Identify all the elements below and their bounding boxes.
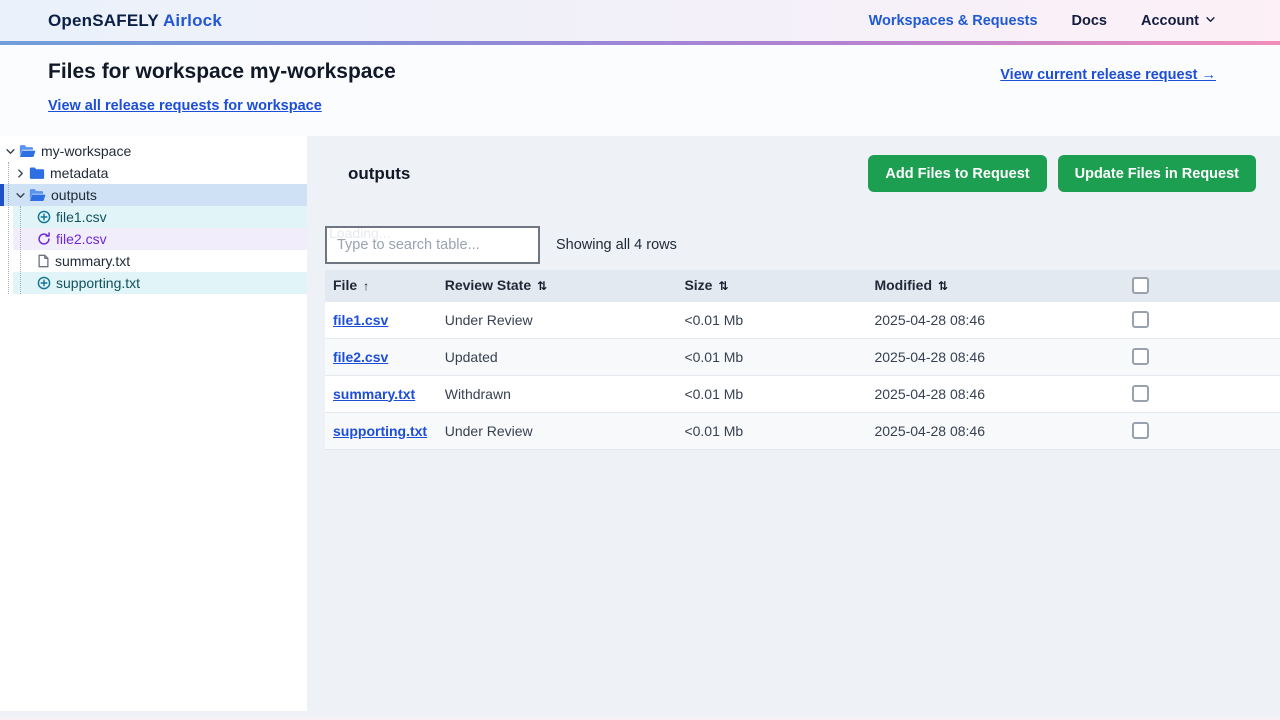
folder-closed-icon [29, 166, 45, 180]
chevron-down-icon[interactable] [13, 190, 27, 201]
size-cell: <0.01 Mb [684, 311, 744, 328]
document-icon [37, 254, 50, 268]
review-state-cell: Withdrawn [444, 385, 511, 402]
section-title: outputs [348, 163, 411, 183]
file-link[interactable]: file1.csv [333, 312, 388, 328]
plus-circle-icon [37, 276, 51, 290]
table-row: summary.txt Withdrawn <0.01 Mb 2025-04-2… [325, 375, 1280, 412]
column-header-review-state[interactable]: Review State ⇅ [437, 270, 677, 301]
files-table: File↑ Review State⇅ Size⇅ Modified⇅ [325, 270, 1280, 450]
table-row: file1.csv Under Review <0.01 Mb 2025-04-… [325, 301, 1280, 338]
top-navbar: OpenSAFELY Airlock Workspaces & Requests… [0, 0, 1280, 41]
column-header-select [1114, 270, 1280, 301]
size-cell: <0.01 Mb [684, 348, 744, 365]
sort-both-icon: ⇅ [537, 279, 548, 294]
tree-item-label: outputs [51, 187, 97, 203]
tree-item-file2-csv[interactable]: file2.csv [13, 228, 307, 250]
tree-item-outputs[interactable]: outputs [0, 184, 307, 206]
sort-ascending-icon: ↑ [363, 279, 370, 294]
brand-airlock: Airlock [162, 10, 222, 30]
review-state-cell: Under Review [444, 422, 533, 439]
review-state-cell: Updated [444, 348, 498, 365]
tree-item-my-workspace[interactable]: my-workspace [0, 140, 307, 162]
tree-indent-guide [8, 162, 9, 294]
page-header: Files for workspace my-workspace View cu… [0, 45, 1280, 136]
modified-cell: 2025-04-28 08:46 [874, 348, 986, 365]
table-row: supporting.txt Under Review <0.01 Mb 202… [325, 412, 1280, 449]
review-state-cell: Under Review [444, 311, 533, 328]
table-row: file2.csv Updated <0.01 Mb 2025-04-28 08… [325, 338, 1280, 375]
tree-item-label: file2.csv [56, 231, 107, 247]
main-panel: outputs Add Files to Request Update File… [307, 136, 1280, 711]
table-controls: Loading... Showing all 4 rows [325, 226, 1280, 264]
column-header-modified[interactable]: Modified ⇅ [866, 270, 1113, 301]
tree-item-label: metadata [50, 165, 109, 181]
account-label: Account [1141, 12, 1199, 29]
tree-item-file1-csv[interactable]: file1.csv [13, 206, 307, 228]
file-link[interactable]: supporting.txt [333, 423, 427, 439]
tree-indent-guide [20, 206, 21, 294]
airlock-app: OpenSAFELY Airlock Workspaces & Requests… [0, 0, 1280, 720]
tree-item-label: my-workspace [41, 143, 132, 159]
size-cell: <0.01 Mb [684, 385, 744, 402]
file-link[interactable]: summary.txt [333, 386, 415, 402]
view-all-release-requests-link[interactable]: View all release requests for workspace [48, 98, 322, 114]
sort-both-icon: ⇅ [938, 279, 949, 294]
chevron-right-icon[interactable] [13, 168, 27, 179]
modified-cell: 2025-04-28 08:46 [874, 422, 986, 439]
table-header-row: File ↑ Review State ⇅ Size ⇅ Modified ⇅ [325, 270, 1280, 301]
sort-both-icon: ⇅ [718, 279, 729, 294]
modified-cell: 2025-04-28 08:46 [874, 311, 986, 328]
row-count-status: Showing all 4 rows [556, 237, 677, 253]
plus-circle-icon [37, 210, 51, 224]
brand-logo[interactable]: OpenSAFELY Airlock [48, 11, 222, 31]
request-actions: Add Files to Request Update Files in Req… [868, 155, 1256, 192]
search-box: Loading... [325, 226, 540, 264]
tree-item-label: supporting.txt [56, 275, 141, 291]
nav-link-docs[interactable]: Docs [1072, 13, 1107, 29]
folder-open-icon [19, 144, 36, 159]
folder-open-icon [29, 188, 46, 203]
row-checkbox[interactable] [1131, 348, 1149, 365]
footer-strip [0, 711, 1280, 720]
column-header-size[interactable]: Size ⇅ [676, 270, 866, 301]
tree-item-supporting-txt[interactable]: supporting.txt [13, 272, 307, 294]
row-checkbox[interactable] [1131, 311, 1149, 328]
add-files-to-request-button[interactable]: Add Files to Request [868, 155, 1047, 192]
size-cell: <0.01 Mb [684, 422, 744, 439]
select-all-checkbox[interactable] [1131, 276, 1149, 294]
content-area: my-workspace metadata outputs file1.csv … [0, 136, 1280, 711]
nav-link-workspaces[interactable]: Workspaces & Requests [869, 13, 1038, 29]
chevron-down-icon [1205, 13, 1216, 29]
update-files-in-request-button[interactable]: Update Files in Request [1057, 155, 1256, 192]
tree-item-metadata[interactable]: metadata [0, 162, 307, 184]
file-tree-sidebar: my-workspace metadata outputs file1.csv … [0, 136, 307, 711]
page-title: Files for workspace my-workspace [48, 60, 396, 83]
search-input[interactable] [327, 228, 538, 262]
view-current-release-request-link[interactable]: View current release request → [1000, 67, 1216, 83]
nav-links: Workspaces & Requests Docs Account [869, 13, 1216, 29]
brand-opensafely: OpenSAFELY [48, 10, 159, 30]
tree-item-label: summary.txt [55, 253, 131, 269]
row-checkbox[interactable] [1131, 422, 1149, 439]
tree-item-label: file1.csv [56, 209, 107, 225]
row-checkbox[interactable] [1131, 385, 1149, 402]
refresh-icon [37, 232, 51, 246]
modified-cell: 2025-04-28 08:46 [874, 385, 986, 402]
file-link[interactable]: file2.csv [333, 349, 388, 365]
tree-item-summary-txt[interactable]: summary.txt [13, 250, 307, 272]
account-menu[interactable]: Account [1141, 13, 1216, 29]
chevron-down-icon[interactable] [3, 146, 17, 157]
column-header-file[interactable]: File ↑ [325, 270, 437, 301]
